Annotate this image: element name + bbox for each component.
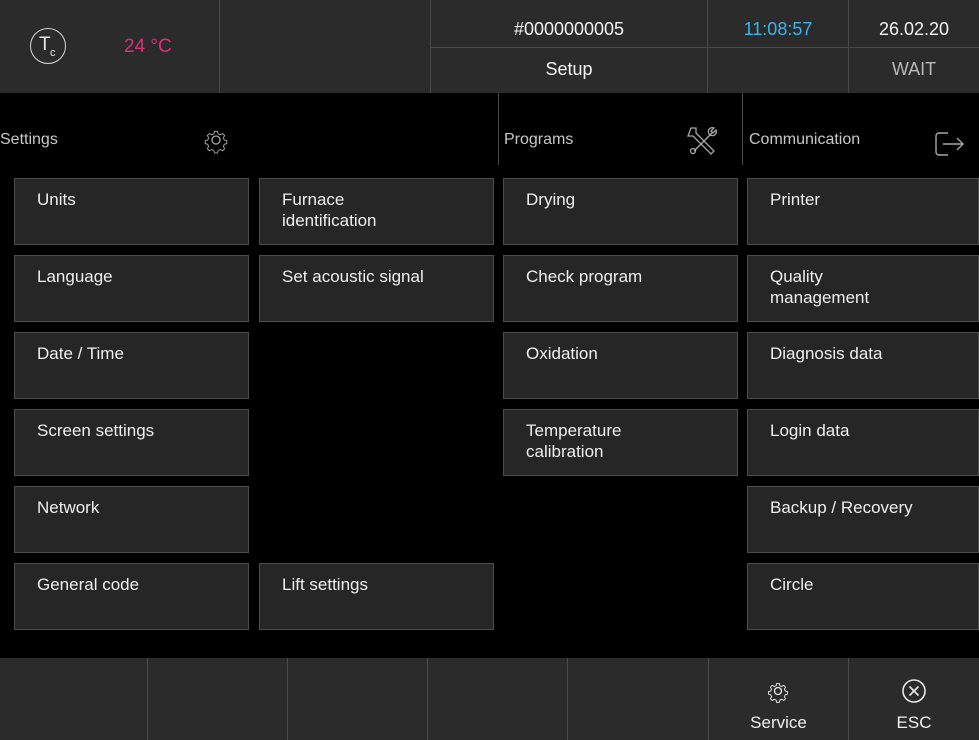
section-title-settings: Settings (0, 131, 58, 148)
menu-button-diagnosis-data[interactable]: Diagnosis data (747, 332, 979, 399)
footer-divider (147, 658, 148, 740)
gear-icon (768, 682, 788, 703)
menu-button-printer[interactable]: Printer (747, 178, 979, 245)
service-button[interactable]: Service (709, 659, 848, 740)
menu-button-lift-settings[interactable]: Lift settings (259, 563, 494, 630)
menu-button-backup-recovery[interactable]: Backup / Recovery (747, 486, 979, 553)
page-title: Setup (545, 59, 593, 79)
menu-button-circle[interactable]: Circle (747, 563, 979, 630)
menu-button-units[interactable]: Units (14, 178, 249, 245)
service-button-label: Service (750, 713, 807, 732)
menu-button-furnace-identification[interactable]: Furnace identification (259, 178, 494, 245)
menu-button-screen-settings[interactable]: Screen settings (14, 409, 249, 476)
footer-divider (567, 658, 568, 740)
exit-icon (935, 132, 964, 156)
menu-button-drying[interactable]: Drying (503, 178, 738, 245)
menu-button-language[interactable]: Language (14, 255, 249, 322)
menu-button-date-time[interactable]: Date / Time (14, 332, 249, 399)
menu-button-acoustic-signal[interactable]: Set acoustic signal (259, 255, 494, 322)
esc-button[interactable]: ESC (849, 659, 979, 740)
header-divider (219, 0, 220, 93)
thermocouple-icon: T c (30, 28, 66, 64)
section-title-communication: Communication (749, 131, 861, 148)
section-divider (742, 93, 743, 165)
menu-button-quality-management[interactable]: Quality management (747, 255, 979, 322)
menu-button-login-data[interactable]: Login data (747, 409, 979, 476)
menu-button-oxidation[interactable]: Oxidation (503, 332, 738, 399)
clock-time: 11:08:57 (743, 19, 813, 39)
esc-button-label: ESC (896, 713, 932, 732)
close-circle-icon (902, 679, 926, 703)
furnace-temperature: 24 °C (124, 36, 172, 57)
menu-button-general-code[interactable]: General code (14, 563, 249, 630)
clock-date: 26.02.20 (878, 19, 950, 39)
footer-divider (287, 658, 288, 740)
tools-icon (687, 127, 717, 155)
gear-icon (204, 130, 228, 154)
section-divider (498, 93, 499, 165)
menu-button-temperature-calibration[interactable]: Temperature calibration (503, 409, 738, 476)
menu-button-check-program[interactable]: Check program (503, 255, 738, 322)
header-divider (431, 47, 979, 48)
footer-divider (427, 658, 428, 740)
status-indicator: WAIT (891, 59, 937, 79)
section-title-programs: Programs (504, 131, 574, 148)
order-number: #0000000005 (513, 19, 625, 39)
menu-button-network[interactable]: Network (14, 486, 249, 553)
